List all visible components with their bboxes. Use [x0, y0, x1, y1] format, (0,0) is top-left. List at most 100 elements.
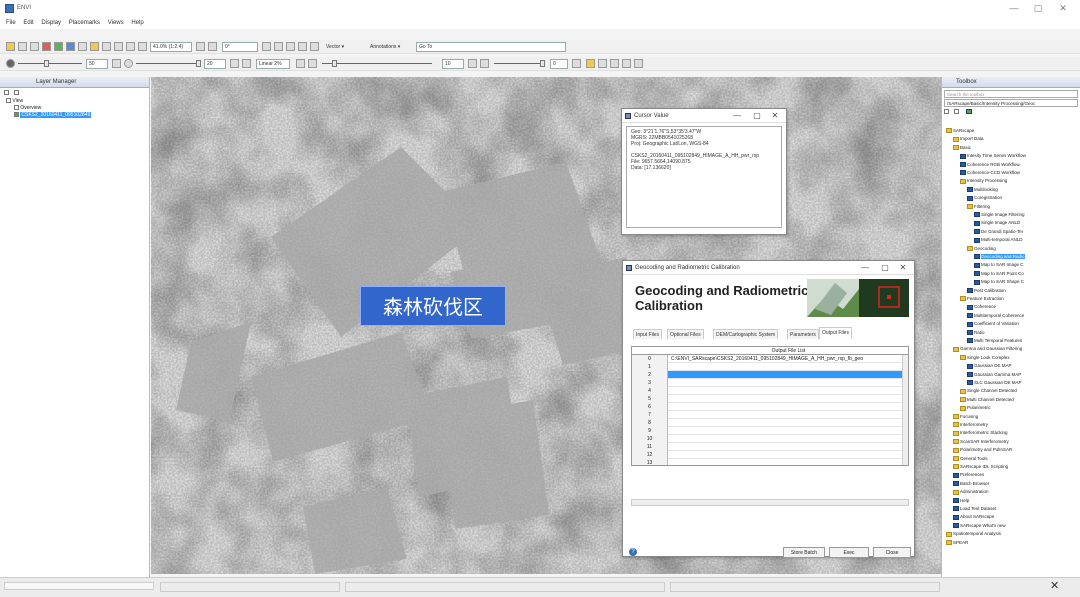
open-icon[interactable]	[6, 42, 15, 51]
overview-checkbox[interactable]	[14, 105, 19, 111]
vector-tool-icon[interactable]	[622, 59, 631, 68]
menu-file[interactable]: File	[6, 17, 16, 29]
layer-icon[interactable]	[30, 42, 39, 51]
vector-menu[interactable]: Vector ▾	[326, 44, 344, 50]
flicker-icon[interactable]	[286, 42, 295, 51]
grid-row-value[interactable]	[669, 411, 902, 419]
toolbox-item[interactable]: Multi-temporal ANLD	[974, 236, 1023, 243]
menu-display[interactable]: Display	[41, 17, 61, 29]
view-toggle-icon[interactable]	[6, 98, 11, 104]
toolbox-item[interactable]: Multi Temporal Features	[967, 337, 1022, 344]
grid-row[interactable]: 0 C:\ENVI_SARscape\CSKS2_20160411_0951028…	[632, 355, 908, 363]
status-scrollbar[interactable]	[4, 582, 154, 590]
collapse-all-icon[interactable]	[13, 90, 19, 95]
toolbox-item[interactable]: SARscape What's new	[953, 522, 1006, 529]
grid-icon[interactable]	[262, 42, 271, 51]
toolbox-item[interactable]: Spatiotemporal Analysis	[946, 530, 1001, 537]
rotation-combo[interactable]: 0°	[222, 42, 258, 52]
reset-sharpen-icon[interactable]	[468, 59, 477, 68]
store-batch-button[interactable]: Store Batch	[783, 547, 825, 558]
tab-optional-files[interactable]: Optional Files	[667, 329, 704, 339]
toolbox-item[interactable]: Coherence RGB Workflow	[960, 161, 1020, 168]
tab-dem-cartographic[interactable]: DEM/Cartographic System	[713, 329, 779, 339]
grid-row[interactable]: 13	[632, 459, 908, 465]
transparency-field[interactable]: 0	[550, 59, 568, 69]
reset-transparency-icon[interactable]	[572, 59, 581, 68]
grid-row[interactable]: 12	[632, 451, 908, 459]
exec-button[interactable]: Exec	[829, 547, 869, 558]
spectral-icon[interactable]	[634, 59, 643, 68]
tab-output-files[interactable]: Output Files	[819, 327, 852, 339]
contrast-handle[interactable]	[196, 60, 201, 67]
grid-row[interactable]: 6	[632, 403, 908, 411]
tab-parameters[interactable]: Parameters	[787, 329, 819, 339]
toolbox-item[interactable]: Geocoding	[967, 245, 996, 252]
cursor-value-titlebar[interactable]: Cursor Value — ▢ ✕	[622, 109, 786, 123]
grid-row[interactable]: 5	[632, 395, 908, 403]
grid-row-value[interactable]	[669, 443, 902, 451]
close-button[interactable]: ✕	[1052, 2, 1074, 14]
toolbox-item[interactable]: Single Image ANLD	[974, 219, 1020, 226]
histogram-icon[interactable]	[242, 59, 251, 68]
toolbox-item[interactable]: Map to SAR Shape C	[974, 278, 1024, 285]
grid-row-value[interactable]: C:\ENVI_SARscape\CSKS2_20160411_09510284…	[669, 355, 902, 363]
toolbox-item[interactable]: Intesity Time Series Workflow	[960, 152, 1026, 159]
rotate-left-icon[interactable]	[196, 42, 205, 51]
menu-placemarks[interactable]: Placemarks	[69, 17, 100, 29]
grid-row-value[interactable]	[669, 379, 902, 387]
geocoding-maximize[interactable]: ▢	[876, 261, 894, 275]
toolbox-item[interactable]: ScanSAR Interferometry	[953, 438, 1009, 445]
goto-combo[interactable]: Go To	[416, 42, 566, 52]
toolbox-item[interactable]: Intensity Processing	[960, 177, 1007, 184]
cursor-value-close[interactable]: ✕	[766, 109, 784, 123]
toolbox-item[interactable]: About SARscape	[953, 513, 994, 520]
output-file-grid[interactable]: Output File List 0 C:\ENVI_SARscape\CSKS2…	[631, 346, 909, 466]
toolbox-item[interactable]: Administration	[953, 488, 989, 495]
chip-icon[interactable]	[310, 42, 319, 51]
sharpen-slider[interactable]	[322, 63, 432, 64]
toolbox-item[interactable]: Interferometry	[953, 421, 988, 428]
toolbox-item[interactable]: Filtering	[967, 203, 990, 210]
maximize-button[interactable]: ▢	[1027, 2, 1049, 14]
toolbox-item[interactable]: Gamma and Gaussian Filtering	[953, 345, 1022, 352]
grid-row[interactable]: 10	[632, 435, 908, 443]
grid-row-value[interactable]	[669, 395, 902, 403]
help-icon[interactable]: ?	[629, 548, 637, 556]
refresh-icon[interactable]	[296, 59, 305, 68]
toolbox-close-icon[interactable]: ✕	[1050, 579, 1059, 592]
measure-icon[interactable]	[598, 59, 607, 68]
grid-row[interactable]: 2	[632, 371, 908, 379]
toolbox-item[interactable]: Multi Channel Detected	[960, 396, 1014, 403]
toolbox-item[interactable]: Feature Extraction	[960, 295, 1004, 302]
transparency-handle[interactable]	[540, 60, 545, 67]
crosshair-icon[interactable]	[54, 42, 63, 51]
toolbox-item[interactable]: Load Test Dataset	[953, 505, 996, 512]
layer-checkbox[interactable]	[14, 112, 19, 118]
toolbox-item[interactable]: Geocoding and Radio	[974, 253, 1025, 260]
grid-row-value[interactable]	[669, 387, 902, 395]
grid-row[interactable]: 11	[632, 443, 908, 451]
toolbox-item[interactable]: Map to SAR Image C	[974, 261, 1024, 268]
grid-row-value[interactable]	[669, 419, 902, 427]
minimize-button[interactable]: —	[1003, 2, 1025, 14]
geocoding-close[interactable]: ✕	[894, 261, 912, 275]
rotate-right-icon[interactable]	[208, 42, 217, 51]
toolbox-item[interactable]: Single Image Filtering	[974, 211, 1025, 218]
toolbox-item[interactable]: General Tools	[953, 455, 988, 462]
geocoding-minimize[interactable]: —	[856, 261, 874, 275]
tab-input-files[interactable]: Input Files	[633, 329, 663, 339]
sharpen-field[interactable]: 10	[442, 59, 464, 69]
fixed-zoom-icon[interactable]	[138, 42, 147, 51]
cursor-value-minimize[interactable]: —	[728, 109, 746, 123]
zoom-combo[interactable]: 41.0% (1:2.4)	[150, 42, 192, 52]
menu-help[interactable]: Help	[131, 17, 143, 29]
menu-views[interactable]: Views	[108, 17, 124, 29]
select-icon[interactable]	[66, 42, 75, 51]
toolbox-item[interactable]: Import Data	[953, 135, 984, 142]
toolbox-item[interactable]: Coregistration	[967, 194, 1002, 201]
grid-row-value[interactable]	[669, 371, 902, 379]
brightness-slider[interactable]	[18, 63, 82, 64]
cursor-value-maximize[interactable]: ▢	[748, 109, 766, 123]
grid-row[interactable]: 1	[632, 363, 908, 371]
toolbox-item[interactable]: Polarimetric	[960, 404, 991, 411]
